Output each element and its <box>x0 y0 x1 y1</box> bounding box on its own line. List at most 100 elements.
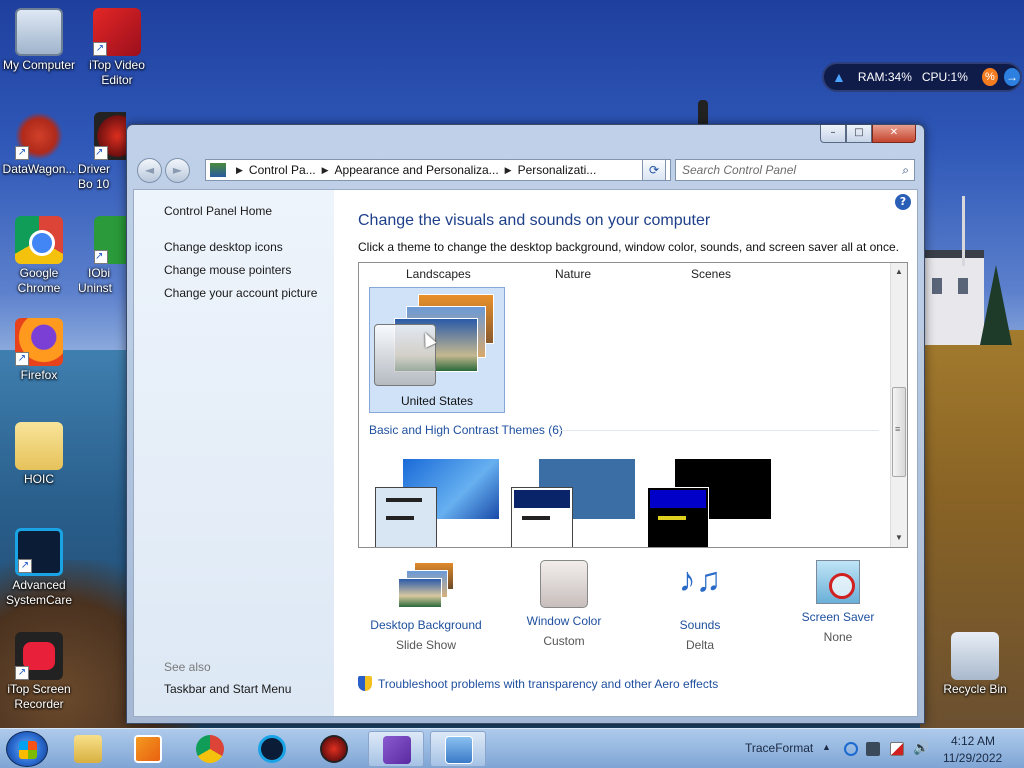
minimize-button[interactable]: – <box>820 125 846 143</box>
advanced-systemcare-icon: ↗ <box>15 528 63 576</box>
no-symbol-icon <box>829 573 855 599</box>
clock-time[interactable]: 4:12 AM <box>951 734 995 748</box>
driver-booster-icon: ↗ <box>94 112 126 160</box>
theme-list-scrollbar[interactable]: ▲ ≡ ▼ <box>890 263 907 547</box>
breadcrumb-personalization[interactable]: Personalizati... <box>518 163 597 177</box>
theme-color-swatch <box>511 487 573 547</box>
scroll-up-icon[interactable]: ▲ <box>891 265 907 279</box>
taskbar-advanced-systemcare[interactable] <box>244 731 300 767</box>
personalization-window: – □ ✕ ◄ ► ▶ Control Pa... ▶ Appearance a… <box>126 124 925 724</box>
advanced-systemcare-tray-icon[interactable] <box>844 742 858 756</box>
swatch-bar <box>658 516 686 520</box>
visual-studio-icon <box>383 736 411 764</box>
left-task-pane: Control Panel Home Change desktop icons … <box>134 190 334 716</box>
breadcrumb-appearance[interactable]: Appearance and Personaliza... <box>335 163 499 177</box>
desktop-icon-my-computer[interactable]: My Computer <box>0 8 78 73</box>
theme-windows-7-basic[interactable] <box>375 459 501 547</box>
arrow-right-icon[interactable]: → <box>1003 68 1021 86</box>
address-bar[interactable]: ▶ Control Pa... ▶ Appearance and Persona… <box>205 159 671 181</box>
shortcut-arrow-icon: ↗ <box>15 666 29 680</box>
desktop-icon-label: Recycle Bin <box>943 682 1007 696</box>
desktop-icon-label: iTop Screen Recorder <box>7 682 71 711</box>
desktop-icon-label: Firefox <box>20 368 58 382</box>
taskbar-media-player[interactable] <box>120 731 176 767</box>
cpu-usage: CPU:1% <box>921 70 968 84</box>
taskbar-control-panel[interactable] <box>430 731 486 767</box>
desktop-icon-driver-booster[interactable]: ↗ Driver Bo 10 <box>78 112 126 192</box>
desktop-icon-label: DataWagon... <box>2 162 76 176</box>
desktop-icon-label: IObi Uninst <box>78 266 113 295</box>
show-hidden-icons-button[interactable]: ▲ <box>822 742 831 752</box>
grip-icon: ≡ <box>895 424 901 434</box>
percent-icon[interactable]: % <box>981 68 998 86</box>
taskbar-chrome[interactable] <box>182 731 238 767</box>
volume-icon[interactable]: 🔊 <box>913 740 929 756</box>
taskbar-explorer[interactable] <box>60 731 116 767</box>
change-account-picture-link[interactable]: Change your account picture <box>164 286 317 300</box>
breadcrumb-separator[interactable]: ▶ <box>322 165 329 176</box>
breadcrumb-separator[interactable]: ▶ <box>505 165 512 176</box>
scroll-down-icon[interactable]: ▼ <box>891 531 907 545</box>
sounds-link[interactable]: Sounds <box>630 618 770 632</box>
troubleshoot-aero-link[interactable]: Troubleshoot problems with transparency … <box>358 676 718 691</box>
desktop-icon-firefox[interactable]: ↗ Firefox <box>0 318 78 383</box>
clock-date[interactable]: 11/29/2022 <box>943 751 1002 765</box>
window-content: Control Panel Home Change desktop icons … <box>133 189 918 717</box>
theme-list[interactable]: Landscapes Nature Scenes United States B… <box>358 262 908 548</box>
breadcrumb-separator[interactable]: ▶ <box>236 165 243 176</box>
taskbar-driver-booster[interactable] <box>306 731 362 767</box>
search-placeholder: Search Control Panel <box>682 163 797 177</box>
sounds-setting[interactable]: ♪♫ Sounds Delta <box>630 560 770 652</box>
tray-toolbar-label[interactable]: TraceFormat <box>745 741 813 755</box>
wallpaper-tree <box>980 265 1012 345</box>
desktop-icon-hoic[interactable]: HOIC <box>0 422 78 487</box>
control-panel-home-link[interactable]: Control Panel Home <box>164 204 272 218</box>
taskbar-start-menu-link[interactable]: Taskbar and Start Menu <box>164 682 291 696</box>
advanced-systemcare-icon <box>258 735 286 763</box>
troubleshoot-label[interactable]: Troubleshoot problems with transparency … <box>378 677 718 691</box>
theme-color-swatch <box>375 487 437 547</box>
theme-united-states[interactable]: United States <box>369 287 505 413</box>
screen-saver-link[interactable]: Screen Saver <box>768 610 908 624</box>
scrollbar-thumb[interactable]: ≡ <box>892 387 906 477</box>
shortcut-arrow-icon: ↗ <box>15 352 29 366</box>
start-button[interactable] <box>6 731 48 767</box>
back-button[interactable]: ◄ <box>137 158 162 183</box>
help-icon[interactable]: ? <box>895 194 911 210</box>
screen-saver-setting[interactable]: Screen Saver None <box>768 560 908 644</box>
breadcrumb-control-panel[interactable]: Control Pa... <box>249 163 316 177</box>
wallpaper-flagpole <box>962 196 965 266</box>
theme-high-contrast[interactable] <box>647 459 773 547</box>
desktop-icon-label: HOIC <box>24 472 54 486</box>
ram-cpu-gadget[interactable]: ▲ RAM:34% CPU:1% % → <box>822 62 1022 92</box>
taskbar-visual-studio[interactable] <box>368 731 424 767</box>
desktop-icon-itop-video-editor[interactable]: ↗ iTop Video Editor <box>78 8 156 88</box>
shortcut-arrow-icon: ↗ <box>93 42 107 56</box>
search-input[interactable]: Search Control Panel ⌕ <box>675 159 915 181</box>
desktop-background-link[interactable]: Desktop Background <box>356 618 496 632</box>
forward-button[interactable]: ► <box>165 158 190 183</box>
close-button[interactable]: ✕ <box>872 125 916 143</box>
desktop-icon-advanced-systemcare[interactable]: ↗ Advanced SystemCare <box>0 528 78 608</box>
change-desktop-icons-link[interactable]: Change desktop icons <box>164 240 283 254</box>
theme-windows-classic[interactable] <box>511 459 637 547</box>
window-color-setting[interactable]: Window Color Custom <box>494 560 634 648</box>
desktop-background-setting[interactable]: Desktop Background Slide Show <box>356 560 496 652</box>
change-mouse-pointers-link[interactable]: Change mouse pointers <box>164 263 291 277</box>
network-icon[interactable] <box>866 742 880 756</box>
desktop-icon-recycle-bin[interactable]: Recycle Bin <box>936 632 1014 697</box>
window-color-link[interactable]: Window Color <box>494 614 634 628</box>
desktop-icon-itop-screen-recorder[interactable]: ↗ iTop Screen Recorder <box>0 632 78 712</box>
maximize-button[interactable]: □ <box>846 125 872 143</box>
desktop-icon-datawagon[interactable]: ↗ DataWagon... <box>0 112 78 177</box>
itop-screen-recorder-icon: ↗ <box>15 632 63 680</box>
action-center-icon[interactable] <box>890 742 904 756</box>
shortcut-arrow-icon: ↗ <box>94 146 108 160</box>
desktop-icon-google-chrome[interactable]: Google Chrome <box>0 216 78 296</box>
theme-header-scenes: Scenes <box>691 267 732 281</box>
search-icon[interactable]: ⌕ <box>902 163 909 178</box>
swatch-bar <box>386 516 414 520</box>
desktop-icon-iobit-uninstaller[interactable]: ↗ IObi Uninst <box>78 216 126 296</box>
refresh-button[interactable]: ⟳ <box>642 159 666 181</box>
desktop-icon-label: Google Chrome <box>17 266 61 295</box>
